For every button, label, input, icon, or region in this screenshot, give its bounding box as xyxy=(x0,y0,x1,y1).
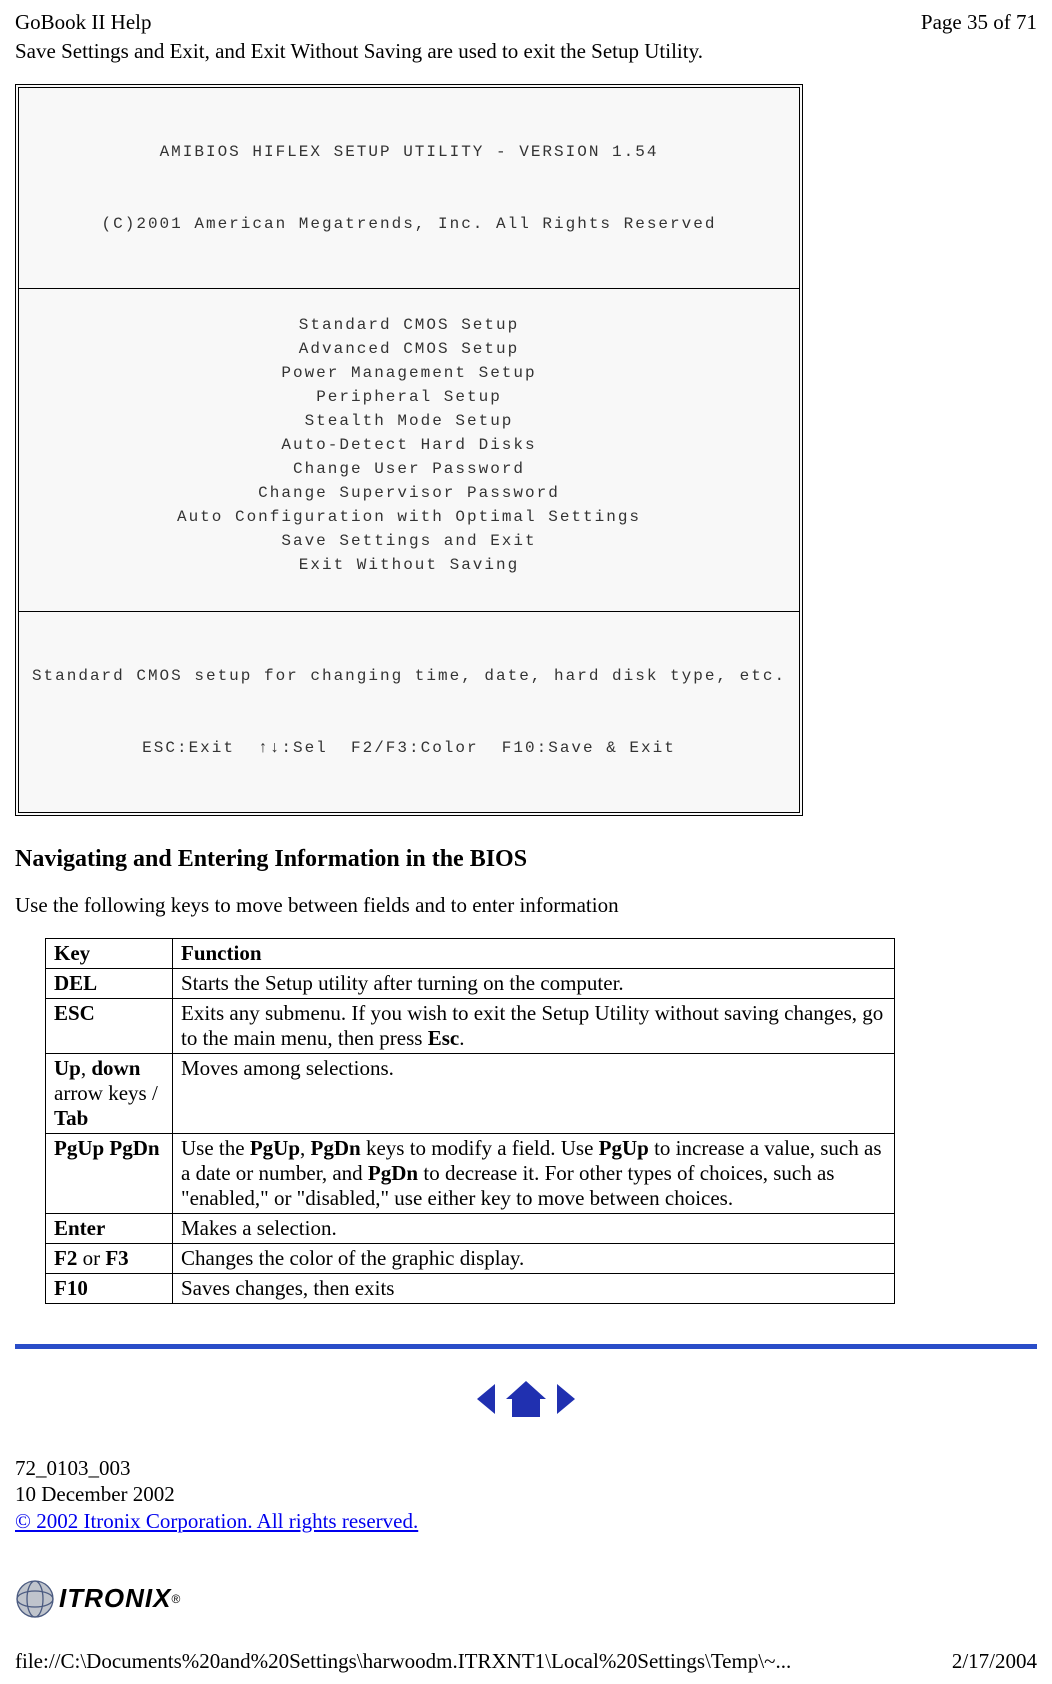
nav-icons xyxy=(15,1379,1037,1425)
table-row: Up, down arrow keys / TabMoves among sel… xyxy=(46,1054,895,1134)
doc-title: GoBook II Help xyxy=(15,10,151,35)
print-date: 2/17/2004 xyxy=(952,1649,1037,1674)
cell-function: Exits any submenu. If you wish to exit t… xyxy=(173,999,895,1054)
cell-function: Starts the Setup utility after turning o… xyxy=(173,969,895,999)
table-header-row: Key Function xyxy=(46,939,895,969)
col-key: Key xyxy=(46,939,173,969)
key-function-table: Key Function DELStarts the Setup utility… xyxy=(45,938,895,1304)
intro-text: Save Settings and Exit, and Exit Without… xyxy=(15,39,1037,64)
divider-blue xyxy=(15,1344,1037,1349)
table-row: F2 or F3Changes the color of the graphic… xyxy=(46,1244,895,1274)
file-path: file://C:\Documents%20and%20Settings\har… xyxy=(15,1649,791,1674)
logo-reg: ® xyxy=(171,1592,180,1606)
cell-key: Up, down arrow keys / Tab xyxy=(46,1054,173,1134)
bottom-bar: file://C:\Documents%20and%20Settings\har… xyxy=(15,1649,1037,1674)
bios-footer-1: Standard CMOS setup for changing time, d… xyxy=(27,664,791,688)
cell-function: Moves among selections. xyxy=(173,1054,895,1134)
table-row: ESCExits any submenu. If you wish to exi… xyxy=(46,999,895,1054)
home-icon[interactable] xyxy=(504,1379,548,1425)
bios-title-1: AMIBIOS HIFLEX SETUP UTILITY - VERSION 1… xyxy=(27,140,791,164)
table-row: DELStarts the Setup utility after turnin… xyxy=(46,969,895,999)
bios-footer-2: ESC:Exit ↑↓:Sel F2/F3:Color F10:Save & E… xyxy=(27,736,791,760)
next-icon[interactable] xyxy=(553,1382,579,1422)
cell-function: Saves changes, then exits xyxy=(173,1274,895,1304)
col-function: Function xyxy=(173,939,895,969)
cell-function: Changes the color of the graphic display… xyxy=(173,1244,895,1274)
itronix-logo: ITRONIX ® xyxy=(15,1579,1037,1619)
copyright-link[interactable]: © 2002 Itronix Corporation. All rights r… xyxy=(15,1509,418,1533)
cell-function: Use the PgUp, PgDn keys to modify a fiel… xyxy=(173,1134,895,1214)
doc-number: 72_0103_003 xyxy=(15,1455,1037,1481)
logo-text: ITRONIX xyxy=(59,1583,171,1614)
prev-icon[interactable] xyxy=(473,1382,499,1422)
cell-function: Makes a selection. xyxy=(173,1214,895,1244)
doc-footer: 72_0103_003 10 December 2002 © 2002 Itro… xyxy=(15,1455,1037,1534)
table-row: PgUp PgDnUse the PgUp, PgDn keys to modi… xyxy=(46,1134,895,1214)
cell-key: F2 or F3 xyxy=(46,1244,173,1274)
cell-key: ESC xyxy=(46,999,173,1054)
bios-screenshot: AMIBIOS HIFLEX SETUP UTILITY - VERSION 1… xyxy=(15,84,803,816)
bios-header: AMIBIOS HIFLEX SETUP UTILITY - VERSION 1… xyxy=(19,88,799,288)
section-heading: Navigating and Entering Information in t… xyxy=(15,846,1037,873)
cell-key: PgUp PgDn xyxy=(46,1134,173,1214)
page-indicator: Page 35 of 71 xyxy=(921,10,1037,35)
cell-key: F10 xyxy=(46,1274,173,1304)
section-text: Use the following keys to move between f… xyxy=(15,893,1037,918)
table-row: EnterMakes a selection. xyxy=(46,1214,895,1244)
doc-date: 10 December 2002 xyxy=(15,1481,1037,1507)
globe-icon xyxy=(15,1579,55,1619)
bios-menu: Standard CMOS Setup Advanced CMOS Setup … xyxy=(19,288,799,611)
table-row: F10Saves changes, then exits xyxy=(46,1274,895,1304)
bios-title-2: (C)2001 American Megatrends, Inc. All Ri… xyxy=(27,212,791,236)
top-bar: GoBook II Help Page 35 of 71 xyxy=(15,10,1037,35)
cell-key: DEL xyxy=(46,969,173,999)
bios-footer: Standard CMOS setup for changing time, d… xyxy=(19,611,799,812)
cell-key: Enter xyxy=(46,1214,173,1244)
